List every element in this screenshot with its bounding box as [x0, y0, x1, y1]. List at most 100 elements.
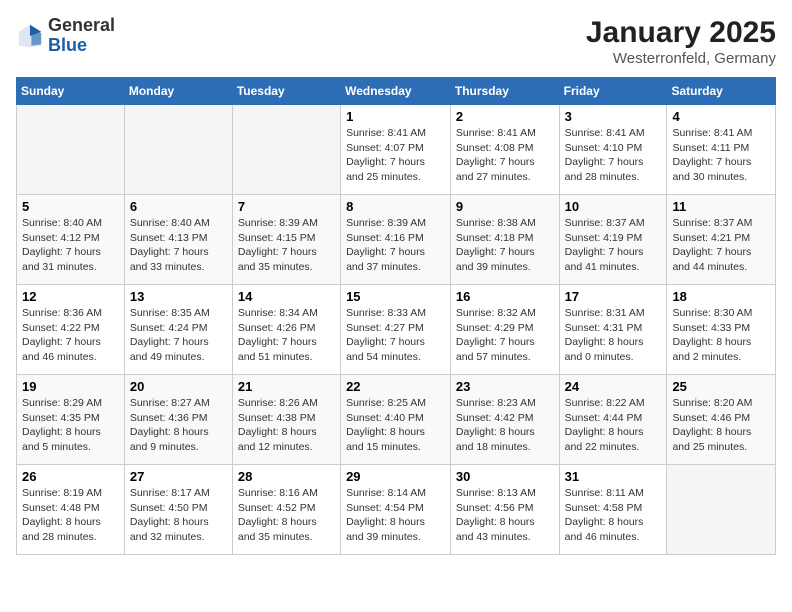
calendar-cell: 8 Sunrise: 8:39 AM Sunset: 4:16 PM Daylig…	[341, 195, 451, 285]
week-row-2: 5 Sunrise: 8:40 AM Sunset: 4:12 PM Daylig…	[17, 195, 776, 285]
location: Westerronfeld, Germany	[586, 50, 776, 67]
weekday-header-tuesday: Tuesday	[232, 78, 340, 105]
day-number: 11	[672, 199, 770, 214]
day-number: 8	[346, 199, 445, 214]
calendar-cell	[17, 105, 125, 195]
day-number: 21	[238, 379, 335, 394]
logo-text: General Blue	[48, 16, 115, 56]
calendar-cell: 9 Sunrise: 8:38 AM Sunset: 4:18 PM Daylig…	[450, 195, 559, 285]
month-title: January 2025	[586, 16, 776, 50]
day-info: Sunrise: 8:19 AM Sunset: 4:48 PM Dayligh…	[22, 486, 119, 545]
logo-blue: Blue	[48, 36, 115, 56]
weekday-header-friday: Friday	[559, 78, 667, 105]
logo-icon	[16, 22, 44, 50]
calendar-cell: 11 Sunrise: 8:37 AM Sunset: 4:21 PM Dayli…	[667, 195, 776, 285]
calendar-cell: 30Sunrise: 8:13 AM Sunset: 4:56 PM Dayli…	[450, 465, 559, 555]
calendar-cell: 31 Sunrise: 8:11 AM Sunset: 4:58 PM Dayli…	[559, 465, 667, 555]
calendar-cell: 21 Sunrise: 8:26 AM Sunset: 4:38 PM Dayli…	[232, 375, 340, 465]
calendar-cell: 22 Sunrise: 8:25 AM Sunset: 4:40 PM Dayli…	[341, 375, 451, 465]
day-number: 12	[22, 289, 119, 304]
day-number: 26	[22, 469, 119, 484]
calendar-cell: 10Sunrise: 8:37 AM Sunset: 4:19 PM Dayli…	[559, 195, 667, 285]
calendar-cell: 3 Sunrise: 8:41 AM Sunset: 4:10 PM Daylig…	[559, 105, 667, 195]
day-number: 31	[565, 469, 662, 484]
day-info: Sunrise: 8:16 AM Sunset: 4:52 PM Dayligh…	[238, 486, 335, 545]
day-number: 15	[346, 289, 445, 304]
day-info: Sunrise: 8:29 AM Sunset: 4:35 PM Dayligh…	[22, 396, 119, 455]
day-info: Sunrise: 8:32 AM Sunset: 4:29 PM Dayligh…	[456, 306, 554, 365]
week-row-4: 19 Sunrise: 8:29 AM Sunset: 4:35 PM Dayli…	[17, 375, 776, 465]
calendar-cell: 17 Sunrise: 8:31 AM Sunset: 4:31 PM Dayli…	[559, 285, 667, 375]
week-row-5: 26 Sunrise: 8:19 AM Sunset: 4:48 PM Dayli…	[17, 465, 776, 555]
week-row-3: 12 Sunrise: 8:36 AM Sunset: 4:22 PM Dayli…	[17, 285, 776, 375]
calendar-cell	[232, 105, 340, 195]
day-number: 24	[565, 379, 662, 394]
day-number: 2	[456, 109, 554, 124]
day-info: Sunrise: 8:41 AM Sunset: 4:10 PM Dayligh…	[565, 126, 662, 185]
day-info: Sunrise: 8:25 AM Sunset: 4:40 PM Dayligh…	[346, 396, 445, 455]
day-info: Sunrise: 8:40 AM Sunset: 4:12 PM Dayligh…	[22, 216, 119, 275]
calendar-cell: 13 Sunrise: 8:35 AM Sunset: 4:24 PM Dayli…	[124, 285, 232, 375]
calendar-cell: 4 Sunrise: 8:41 AM Sunset: 4:11 PM Daylig…	[667, 105, 776, 195]
day-info: Sunrise: 8:41 AM Sunset: 4:07 PM Dayligh…	[346, 126, 445, 185]
day-number: 3	[565, 109, 662, 124]
calendar-cell: 25Sunrise: 8:20 AM Sunset: 4:46 PM Dayli…	[667, 375, 776, 465]
calendar-cell: 2Sunrise: 8:41 AM Sunset: 4:08 PM Daylig…	[450, 105, 559, 195]
day-number: 13	[130, 289, 227, 304]
day-number: 5	[22, 199, 119, 214]
day-number: 1	[346, 109, 445, 124]
day-info: Sunrise: 8:17 AM Sunset: 4:50 PM Dayligh…	[130, 486, 227, 545]
day-info: Sunrise: 8:26 AM Sunset: 4:38 PM Dayligh…	[238, 396, 335, 455]
weekday-header-saturday: Saturday	[667, 78, 776, 105]
day-info: Sunrise: 8:37 AM Sunset: 4:21 PM Dayligh…	[672, 216, 770, 275]
day-info: Sunrise: 8:39 AM Sunset: 4:16 PM Dayligh…	[346, 216, 445, 275]
day-number: 4	[672, 109, 770, 124]
calendar-cell	[667, 465, 776, 555]
logo-general: General	[48, 16, 115, 36]
calendar-cell: 20 Sunrise: 8:27 AM Sunset: 4:36 PM Dayli…	[124, 375, 232, 465]
day-number: 6	[130, 199, 227, 214]
day-info: Sunrise: 8:23 AM Sunset: 4:42 PM Dayligh…	[456, 396, 554, 455]
day-number: 14	[238, 289, 335, 304]
calendar-cell: 26 Sunrise: 8:19 AM Sunset: 4:48 PM Dayli…	[17, 465, 125, 555]
day-number: 19	[22, 379, 119, 394]
calendar-cell: 12 Sunrise: 8:36 AM Sunset: 4:22 PM Dayli…	[17, 285, 125, 375]
day-info: Sunrise: 8:30 AM Sunset: 4:33 PM Dayligh…	[672, 306, 770, 365]
calendar-cell: 18Sunrise: 8:30 AM Sunset: 4:33 PM Dayli…	[667, 285, 776, 375]
calendar-cell: 27 Sunrise: 8:17 AM Sunset: 4:50 PM Dayli…	[124, 465, 232, 555]
day-number: 9	[456, 199, 554, 214]
weekday-header-sunday: Sunday	[17, 78, 125, 105]
weekday-header-wednesday: Wednesday	[341, 78, 451, 105]
calendar-cell: 23 Sunrise: 8:23 AM Sunset: 4:42 PM Dayli…	[450, 375, 559, 465]
day-number: 27	[130, 469, 227, 484]
week-row-1: 1 Sunrise: 8:41 AM Sunset: 4:07 PM Daylig…	[17, 105, 776, 195]
day-number: 7	[238, 199, 335, 214]
calendar-cell: 14Sunrise: 8:34 AM Sunset: 4:26 PM Dayli…	[232, 285, 340, 375]
day-info: Sunrise: 8:11 AM Sunset: 4:58 PM Dayligh…	[565, 486, 662, 545]
page-header: General Blue January 2025 Westerronfeld,…	[16, 16, 776, 67]
calendar-cell: 1 Sunrise: 8:41 AM Sunset: 4:07 PM Daylig…	[341, 105, 451, 195]
calendar-cell: 28 Sunrise: 8:16 AM Sunset: 4:52 PM Dayli…	[232, 465, 340, 555]
day-info: Sunrise: 8:27 AM Sunset: 4:36 PM Dayligh…	[130, 396, 227, 455]
day-info: Sunrise: 8:39 AM Sunset: 4:15 PM Dayligh…	[238, 216, 335, 275]
day-number: 22	[346, 379, 445, 394]
day-number: 23	[456, 379, 554, 394]
title-area: January 2025 Westerronfeld, Germany	[586, 16, 776, 67]
day-number: 16	[456, 289, 554, 304]
logo: General Blue	[16, 16, 115, 56]
day-info: Sunrise: 8:35 AM Sunset: 4:24 PM Dayligh…	[130, 306, 227, 365]
calendar-cell	[124, 105, 232, 195]
day-info: Sunrise: 8:40 AM Sunset: 4:13 PM Dayligh…	[130, 216, 227, 275]
day-number: 10	[565, 199, 662, 214]
day-info: Sunrise: 8:22 AM Sunset: 4:44 PM Dayligh…	[565, 396, 662, 455]
day-number: 20	[130, 379, 227, 394]
day-info: Sunrise: 8:36 AM Sunset: 4:22 PM Dayligh…	[22, 306, 119, 365]
day-number: 28	[238, 469, 335, 484]
day-number: 17	[565, 289, 662, 304]
calendar-cell: 7 Sunrise: 8:39 AM Sunset: 4:15 PM Daylig…	[232, 195, 340, 285]
day-number: 29	[346, 469, 445, 484]
day-info: Sunrise: 8:41 AM Sunset: 4:11 PM Dayligh…	[672, 126, 770, 185]
day-info: Sunrise: 8:13 AM Sunset: 4:56 PM Dayligh…	[456, 486, 554, 545]
day-info: Sunrise: 8:31 AM Sunset: 4:31 PM Dayligh…	[565, 306, 662, 365]
day-info: Sunrise: 8:38 AM Sunset: 4:18 PM Dayligh…	[456, 216, 554, 275]
